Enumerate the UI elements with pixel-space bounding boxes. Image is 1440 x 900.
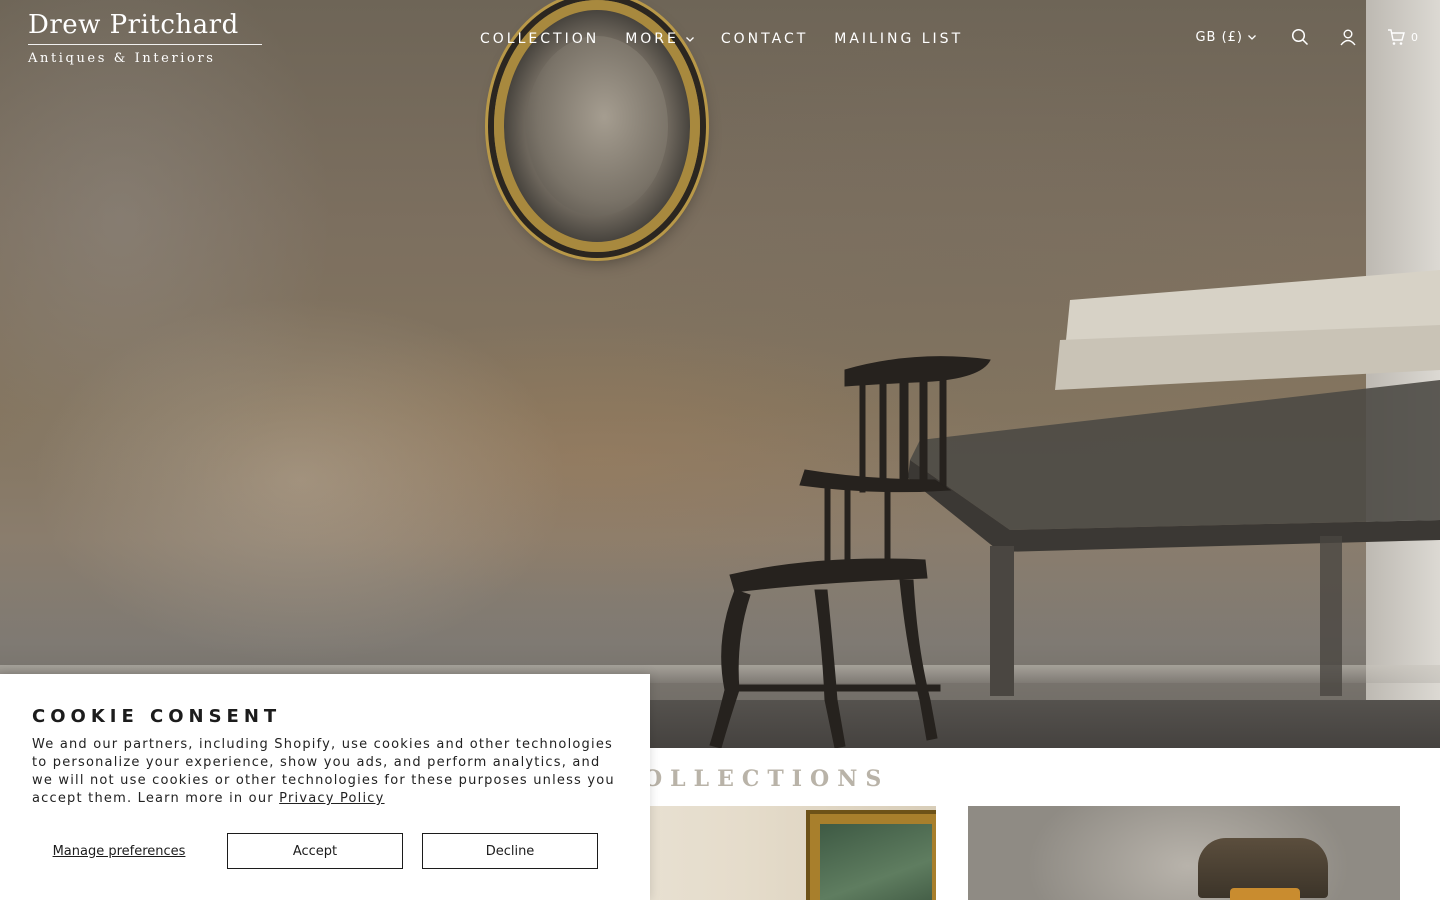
cookie-title: COOKIE CONSENT xyxy=(32,706,282,727)
cart-button[interactable]: 0 xyxy=(1387,28,1418,46)
cookie-text: We and our partners, including Shopify, … xyxy=(32,736,622,808)
nav-more[interactable]: MORE xyxy=(625,29,695,49)
collection-card[interactable] xyxy=(968,806,1400,900)
logo-rule xyxy=(28,44,262,45)
chevron-down-icon xyxy=(1248,35,1256,40)
currency-selector[interactable]: GB (£) xyxy=(1195,30,1257,45)
nav-collection-label: COLLECTION xyxy=(480,31,600,47)
hero-banner xyxy=(0,0,1440,748)
hero-chair xyxy=(709,356,991,748)
main-nav: COLLECTION MORE CONTACT MAILING LIST xyxy=(480,29,963,49)
currency-label: GB (£) xyxy=(1195,29,1243,45)
brand-name-top: Drew Pritchard xyxy=(28,10,239,40)
cookie-consent-banner: COOKIE CONSENT We and our partners, incl… xyxy=(0,674,650,900)
site-header: Drew Pritchard Antiques & Interiors COLL… xyxy=(0,0,1440,80)
lamp-glow xyxy=(1230,888,1300,900)
nav-contact[interactable]: CONTACT xyxy=(721,29,808,49)
chevron-down-icon xyxy=(685,37,694,42)
nav-more-label: MORE xyxy=(625,31,679,47)
nav-mailing-list-label: MAILING LIST xyxy=(834,31,964,47)
nav-mailing-list[interactable]: MAILING LIST xyxy=(834,29,963,49)
nav-contact-label: CONTACT xyxy=(720,31,809,47)
brand-name-bottom: Antiques & Interiors xyxy=(28,51,216,66)
painting-image xyxy=(806,810,936,900)
brand-logo[interactable]: Drew Pritchard Antiques & Interiors xyxy=(28,10,264,66)
cart-count: 0 xyxy=(1411,30,1418,44)
accept-button[interactable]: Accept xyxy=(227,833,403,869)
nav-collection[interactable]: COLLECTION xyxy=(480,29,599,49)
header-actions: GB (£) 0 xyxy=(1195,28,1418,46)
manage-preferences-button[interactable]: Manage preferences xyxy=(30,833,208,869)
cart-icon xyxy=(1388,29,1405,45)
account-icon[interactable] xyxy=(1339,28,1357,46)
privacy-policy-link[interactable]: Privacy Policy xyxy=(279,791,384,806)
decline-button[interactable]: Decline xyxy=(422,833,598,869)
search-icon[interactable] xyxy=(1291,28,1309,46)
